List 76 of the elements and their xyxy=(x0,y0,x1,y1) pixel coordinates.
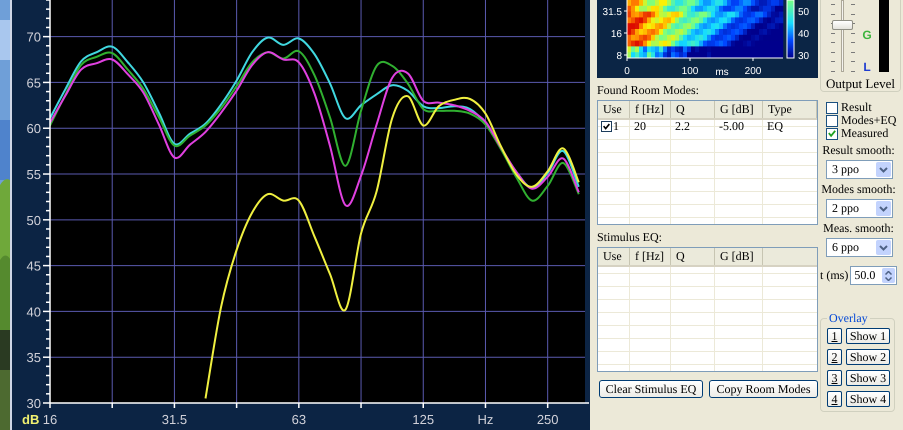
overlay-slot-button[interactable]: 2 xyxy=(827,349,842,365)
level-meter xyxy=(879,0,889,72)
color-scale-bar xyxy=(786,0,794,58)
group-label: Overlay xyxy=(828,311,869,326)
checkbox[interactable] xyxy=(826,114,838,126)
column-header[interactable]: G [dB] xyxy=(715,248,763,265)
level-slider[interactable] xyxy=(829,0,857,72)
dropdown[interactable]: 2 ppo xyxy=(826,199,893,218)
tick-label: 50 xyxy=(26,212,41,228)
tick-label: 60 xyxy=(26,121,41,136)
overlay-slot-button[interactable]: 3 xyxy=(827,370,842,386)
copy-button[interactable]: Copy Room Modes xyxy=(709,380,818,398)
tick-label: 125 xyxy=(412,412,434,427)
column-header[interactable]: f [Hz] xyxy=(630,101,671,118)
dropdown[interactable]: 3 ppo xyxy=(826,160,893,179)
field-label: Modes smooth: xyxy=(820,182,897,196)
field-label: Result smooth: xyxy=(821,143,896,157)
show-overlay-button[interactable]: Show 4 xyxy=(846,391,890,407)
checkbox-label: Modes+EQ xyxy=(841,113,896,128)
meter-label: G xyxy=(862,28,872,42)
field-label: t (ms) xyxy=(820,268,848,283)
tick-label: 55 xyxy=(26,167,41,182)
column-header[interactable]: Q xyxy=(671,101,715,118)
tick-label: 40 xyxy=(798,29,810,40)
tick-label: 50 xyxy=(798,7,810,18)
table-cell-text: 2.2 xyxy=(674,120,691,132)
group-label: Output Level xyxy=(825,76,896,92)
column-header[interactable]: Use xyxy=(598,101,630,118)
dropdown[interactable]: 6 ppo xyxy=(826,238,893,257)
tick-label: 40 xyxy=(26,304,41,320)
column-header[interactable]: Use xyxy=(598,248,630,265)
field-label: Meas. smooth: xyxy=(822,221,895,235)
tick-label: 200 xyxy=(744,66,762,77)
tick-label: 63 xyxy=(292,412,306,427)
tick-label: 0 xyxy=(624,66,630,77)
axis-label: dB xyxy=(22,412,40,427)
axis-label: Hz xyxy=(478,412,494,427)
table-cell-text: EQ xyxy=(766,120,784,132)
table-cell-text: -5.00 xyxy=(718,120,745,132)
table-cell-text: 20 xyxy=(633,120,647,132)
tick-label: 45 xyxy=(26,258,41,274)
slider-thumb[interactable] xyxy=(832,20,853,30)
checkbox[interactable] xyxy=(826,102,838,114)
section-title: Found Room Modes: xyxy=(597,83,700,97)
spin-field[interactable]: 50.0 xyxy=(850,266,898,285)
overlay-slot-button[interactable]: 1 xyxy=(827,328,842,344)
clear-button[interactable]: Clear Stimulus EQ xyxy=(599,380,703,398)
axis-label: ms xyxy=(715,67,729,78)
column-header[interactable]: Type xyxy=(763,101,817,118)
overlay-slot-button[interactable]: 4 xyxy=(827,391,842,407)
tick-label: 8 xyxy=(616,51,622,62)
column-header[interactable]: Q xyxy=(671,248,715,265)
tick-label: 31.5 xyxy=(162,412,188,427)
tick-label: 16 xyxy=(42,412,58,427)
spin-arrows-icon[interactable] xyxy=(882,268,896,283)
show-overlay-button[interactable]: Show 1 xyxy=(846,328,890,344)
column-header[interactable]: G [dB] xyxy=(715,101,763,118)
meter-label: L xyxy=(863,60,871,74)
section-title: Stimulus EQ: xyxy=(597,230,664,244)
show-overlay-button[interactable]: Show 3 xyxy=(846,370,890,386)
table-cell: 1 xyxy=(613,120,619,132)
tick-label: 35 xyxy=(26,350,41,366)
checkbox-label: Result xyxy=(841,100,872,115)
tick-label: 100 xyxy=(682,66,698,77)
show-overlay-button[interactable]: Show 2 xyxy=(846,349,890,365)
checkbox[interactable] xyxy=(826,128,838,140)
tick-label: 250 xyxy=(536,412,559,427)
tick-label: 70 xyxy=(26,30,41,45)
tick-label: 31.5 xyxy=(602,7,622,18)
tick-label: 16 xyxy=(610,29,622,40)
tick-label: 30 xyxy=(26,396,41,411)
checkbox[interactable] xyxy=(601,120,612,132)
tick-label: 30 xyxy=(798,51,810,62)
checkbox-label: Measured xyxy=(841,126,888,141)
tick-label: 65 xyxy=(26,75,41,90)
column-header[interactable]: f [Hz] xyxy=(630,248,671,265)
